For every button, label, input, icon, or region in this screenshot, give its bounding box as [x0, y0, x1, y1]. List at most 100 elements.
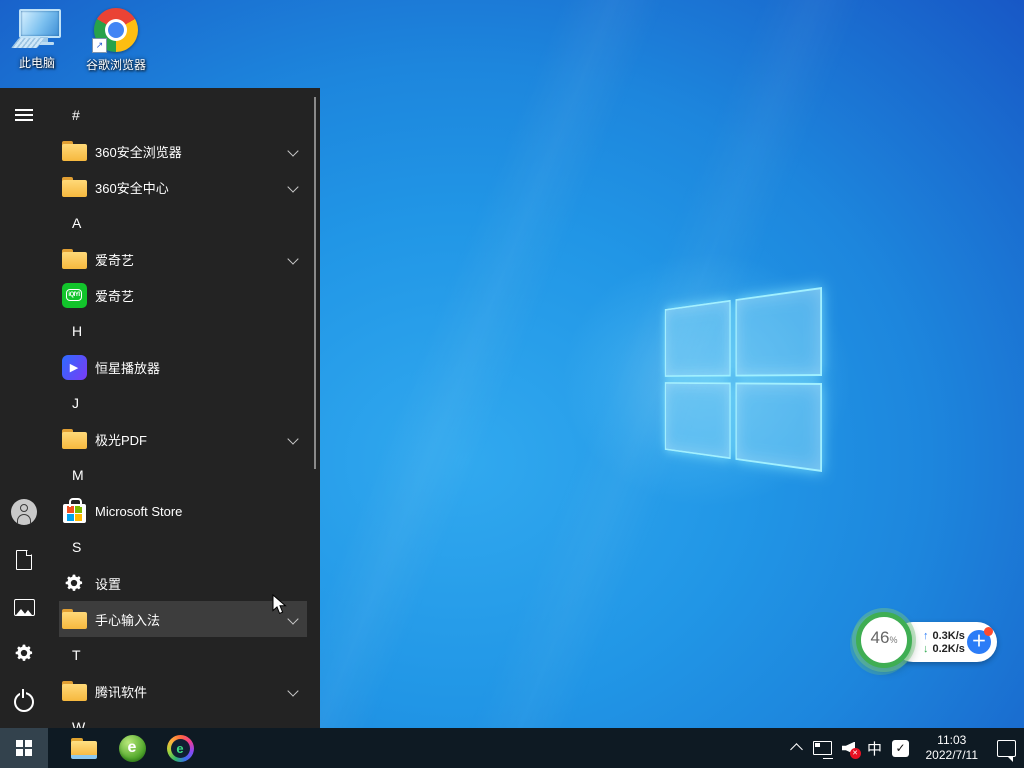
- tray-ime-icon-button[interactable]: ✓: [888, 728, 914, 768]
- desktop-icon-label: 此电脑: [19, 54, 55, 71]
- chevron-down-icon[interactable]: [287, 253, 298, 264]
- logo-pane: [665, 300, 731, 377]
- settings-button[interactable]: [0, 633, 48, 677]
- taskbar: e e ✕ 中 ✓ 11:03 2022/7/11: [0, 728, 1024, 768]
- app-list-section-header[interactable]: W: [48, 709, 320, 728]
- logo-pane: [665, 382, 731, 459]
- memory-usage-ball[interactable]: 46 %: [856, 612, 912, 668]
- ethernet-icon: [813, 741, 832, 755]
- chevron-down-icon[interactable]: [287, 145, 298, 156]
- app-list-item[interactable]: 手心输入法: [59, 601, 307, 637]
- section-letter: H: [72, 323, 82, 339]
- this-pc-icon: [13, 8, 61, 50]
- tray-overflow-button[interactable]: [784, 728, 810, 768]
- memory-percent-unit: %: [889, 635, 897, 645]
- logo-pane: [735, 383, 822, 472]
- power-button[interactable]: [0, 680, 48, 724]
- chevron-down-icon[interactable]: [287, 685, 298, 696]
- chevron-down-icon[interactable]: [287, 181, 298, 192]
- taskbar-360-safe-browser-button[interactable]: e: [108, 728, 156, 768]
- user-account-button[interactable]: [0, 490, 48, 534]
- documents-button[interactable]: [0, 538, 48, 582]
- app-label: 腾讯软件: [95, 682, 281, 701]
- power-icon: [14, 692, 34, 712]
- user-avatar-icon: [11, 499, 37, 525]
- folder-icon: [61, 426, 87, 452]
- expand-menu-button[interactable]: [0, 93, 48, 137]
- app-list-item[interactable]: iQIYI 爱奇艺: [59, 277, 307, 313]
- logo-pane: [735, 287, 822, 376]
- app-list-item[interactable]: 爱奇艺: [59, 241, 307, 277]
- player-icon: ▶: [61, 354, 87, 380]
- pictures-icon: [14, 599, 35, 616]
- start-button[interactable]: [0, 728, 48, 768]
- app-label: 爱奇艺: [95, 250, 281, 269]
- section-letter: M: [72, 467, 84, 483]
- app-list-item[interactable]: 360安全中心: [59, 169, 307, 205]
- app-label: 360安全浏览器: [95, 142, 281, 161]
- upload-arrow-icon: ↑: [923, 630, 929, 642]
- system-tray: ✕ 中 ✓ 11:03 2022/7/11: [784, 728, 1024, 768]
- clock-time: 11:03: [937, 733, 966, 748]
- tray-clock[interactable]: 11:03 2022/7/11: [914, 733, 991, 763]
- chevron-down-icon[interactable]: [287, 433, 298, 444]
- shortcut-arrow-icon: ↗: [92, 38, 107, 53]
- app-list-item[interactable]: ▶恒星播放器: [59, 349, 307, 385]
- folder-icon: [61, 246, 87, 272]
- upload-speed-row: ↑ 0.3K/s: [923, 630, 965, 642]
- mute-badge-icon: ✕: [850, 748, 861, 759]
- ime-mode-label: 中: [867, 738, 882, 759]
- settings-icon: [61, 570, 87, 596]
- section-letter: #: [72, 107, 80, 123]
- app-list-section-header[interactable]: S: [48, 529, 320, 565]
- section-letter: S: [72, 539, 81, 555]
- app-label: 手心输入法: [95, 610, 281, 629]
- download-speed-value: 0.2K/s: [933, 643, 965, 655]
- folder-icon: [61, 606, 87, 632]
- iqiyi-icon: iQIYI: [61, 282, 87, 308]
- download-arrow-icon: ↓: [923, 643, 929, 655]
- app-list-item[interactable]: 极光PDF: [59, 421, 307, 457]
- app-list-item[interactable]: 腾讯软件: [59, 673, 307, 709]
- scrollbar[interactable]: [314, 97, 316, 469]
- notification-dot: [984, 627, 993, 636]
- tray-volume-button[interactable]: ✕: [836, 728, 862, 768]
- app-list-section-header[interactable]: H: [48, 313, 320, 349]
- app-list-section-header[interactable]: J: [48, 385, 320, 421]
- memory-percent: 46: [871, 628, 890, 648]
- start-menu: #360安全浏览器 360安全中心 A 爱奇艺 iQIYI 爱奇艺 H ▶恒星播放器J 极光PD…: [0, 88, 320, 728]
- folder-icon: [61, 174, 87, 200]
- app-label: 爱奇艺: [95, 286, 307, 305]
- section-letter: A: [72, 215, 81, 231]
- file-explorer-icon: [71, 738, 97, 759]
- taskbar-file-explorer-button[interactable]: [60, 728, 108, 768]
- app-list-item[interactable]: 360安全浏览器: [59, 133, 307, 169]
- app-list-item[interactable]: 设置: [59, 565, 307, 601]
- pictures-button[interactable]: [0, 585, 48, 629]
- app-list-section-header[interactable]: A: [48, 205, 320, 241]
- desktop-icon-chrome[interactable]: ↗ 谷歌浏览器: [83, 8, 149, 73]
- chevron-up-icon: [790, 743, 803, 756]
- input-method-icon: ✓: [892, 740, 909, 757]
- app-list-section-header[interactable]: #: [48, 97, 320, 133]
- mouse-cursor: [272, 594, 287, 620]
- app-label: 360安全中心: [95, 178, 281, 197]
- app-label: 极光PDF: [95, 430, 281, 449]
- tray-network-button[interactable]: [810, 728, 836, 768]
- tray-ime-mode-button[interactable]: 中: [862, 728, 888, 768]
- ms-store-icon: [61, 498, 87, 524]
- chevron-down-icon[interactable]: [287, 613, 298, 624]
- download-speed-row: ↓ 0.2K/s: [923, 643, 965, 655]
- upload-speed-value: 0.3K/s: [933, 630, 965, 642]
- app-list-section-header[interactable]: M: [48, 457, 320, 493]
- start-menu-app-list: #360安全浏览器 360安全中心 A 爱奇艺 iQIYI 爱奇艺 H ▶恒星播放器J 极光PD…: [48, 88, 320, 728]
- app-label: Microsoft Store: [95, 504, 307, 519]
- clock-date: 2022/7/11: [926, 748, 979, 763]
- folder-icon: [61, 678, 87, 704]
- desktop-icon-this-pc[interactable]: 此电脑: [4, 8, 70, 71]
- app-list-item[interactable]: Microsoft Store: [59, 493, 307, 529]
- app-list-section-header[interactable]: T: [48, 637, 320, 673]
- taskbar-360-speed-browser-button[interactable]: e: [156, 728, 204, 768]
- 360-speed-browser-icon: e: [167, 735, 194, 762]
- action-center-button[interactable]: [990, 728, 1016, 768]
